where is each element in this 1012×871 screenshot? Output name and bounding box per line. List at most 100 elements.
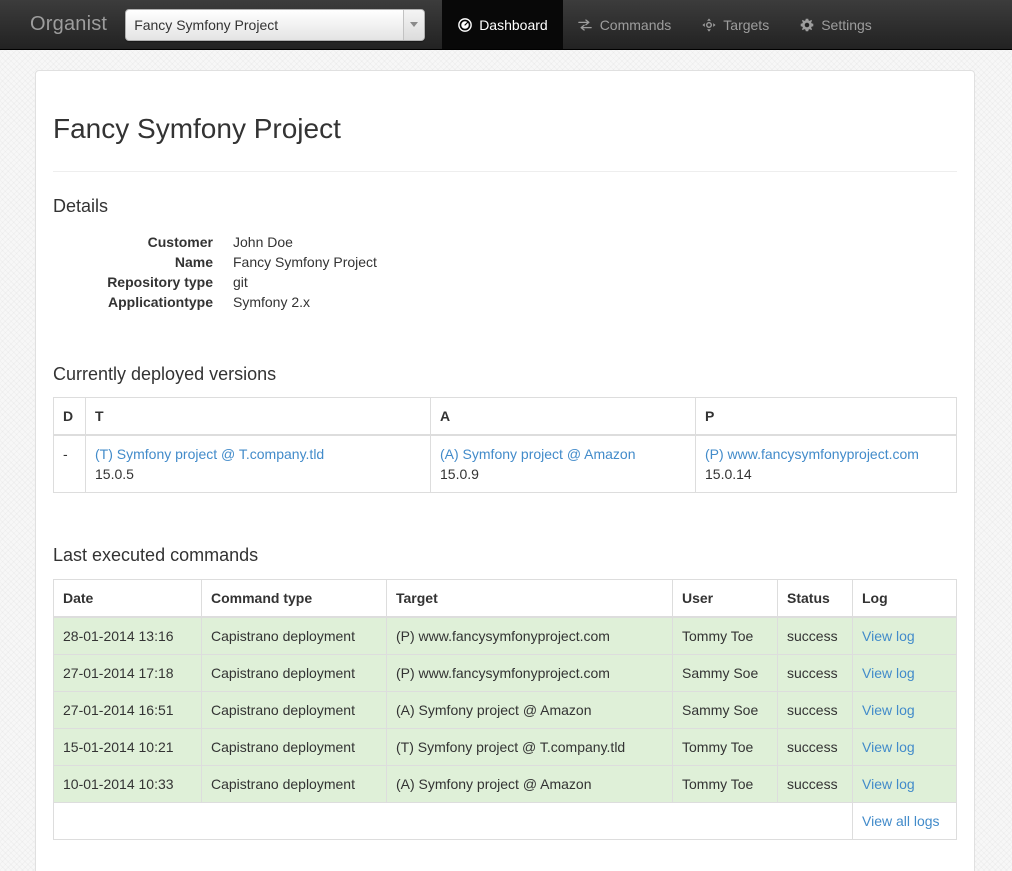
versions-col-a: A xyxy=(430,397,696,437)
commands-footer-row: View all logs xyxy=(53,802,957,841)
commands-cell-target: (P) www.fancysymfonyproject.com xyxy=(386,616,673,656)
status-badge: success xyxy=(777,765,853,804)
details-label-application-type: Applicationtype xyxy=(107,293,213,310)
commands-cell-command-type: Capistrano deployment xyxy=(201,765,387,804)
commands-cell-command-type: Capistrano deployment xyxy=(201,654,387,693)
versions-col-t: T xyxy=(85,397,431,437)
brand-label: Organist xyxy=(30,13,108,36)
details-value-customer: John Doe xyxy=(233,233,293,250)
exchange-icon xyxy=(578,17,593,32)
versions-link-p[interactable]: (P) www.fancysymfonyproject.com xyxy=(705,446,919,462)
nav-item-targets[interactable]: Targets xyxy=(686,0,784,49)
commands-cell-command-type: Capistrano deployment xyxy=(201,616,387,656)
nav-item-settings[interactable]: Settings xyxy=(784,0,887,49)
table-row: 27-01-2014 16:51 Capistrano deployment (… xyxy=(53,691,957,730)
project-select[interactable]: Fancy Symfony Project xyxy=(125,8,426,41)
view-log-link[interactable]: View log xyxy=(862,776,915,792)
commands-cell-command-type: Capistrano deployment xyxy=(201,691,387,730)
versions-cell-a: (A) Symfony project @ Amazon 15.0.9 xyxy=(430,434,696,494)
commands-cell-user: Sammy Soe xyxy=(672,691,778,730)
details-value-application-type: Symfony 2.x xyxy=(233,293,311,310)
commands-cell-date: 10-01-2014 10:33 xyxy=(53,765,202,804)
versions-heading: Currently deployed versions xyxy=(53,363,277,384)
status-badge: success xyxy=(777,691,853,730)
versions-version-a: 15.0.9 xyxy=(440,466,479,483)
commands-cell-date: 27-01-2014 17:18 xyxy=(53,654,202,693)
commands-cell-date: 28-01-2014 13:16 xyxy=(53,616,202,656)
versions-cell-p: (P) www.fancysymfonyproject.com 15.0.14 xyxy=(695,434,957,494)
top-navbar: Organist Fancy Symfony Project Dashboard xyxy=(0,0,1012,50)
view-log-link[interactable]: View log xyxy=(862,628,915,644)
view-all-logs-link[interactable]: View all logs xyxy=(862,813,940,829)
commands-cell-date: 15-01-2014 10:21 xyxy=(53,728,202,767)
details-label-repository-type: Repository type xyxy=(107,273,213,290)
versions-col-p: P xyxy=(695,397,957,437)
commands-cell-log: View log xyxy=(852,654,957,693)
status-badge: success xyxy=(777,654,853,693)
nav-label-settings: Settings xyxy=(821,16,872,33)
title-divider xyxy=(53,171,957,172)
commands-cell-target: (P) www.fancysymfonyproject.com xyxy=(386,654,673,693)
crosshairs-icon xyxy=(701,17,716,32)
last-executed-commands-table: Date Command type Target User Status Log… xyxy=(53,579,957,841)
view-log-link[interactable]: View log xyxy=(862,739,915,755)
commands-cell-log: View log xyxy=(852,616,957,656)
nav-item-commands[interactable]: Commands xyxy=(563,0,687,49)
dashboard-icon xyxy=(457,17,472,32)
commands-cell-log: View log xyxy=(852,691,957,730)
details-label-customer: Customer xyxy=(147,233,213,250)
versions-link-a[interactable]: (A) Symfony project @ Amazon xyxy=(440,446,636,462)
commands-cell-user: Tommy Toe xyxy=(672,765,778,804)
commands-cell-command-type: Capistrano deployment xyxy=(201,728,387,767)
table-row: - (T) Symfony project @ T.company.tld 15… xyxy=(53,434,957,494)
commands-cell-date: 27-01-2014 16:51 xyxy=(53,691,202,730)
commands-cell-user: Sammy Soe xyxy=(672,654,778,693)
chevron-down-icon[interactable] xyxy=(403,9,425,40)
view-log-link[interactable]: View log xyxy=(862,665,915,681)
status-badge: success xyxy=(777,616,853,656)
details-row-name: Name Fancy Symfony Project xyxy=(53,252,957,272)
project-switcher-form: Fancy Symfony Project xyxy=(122,0,426,49)
table-row: 10-01-2014 10:33 Capistrano deployment (… xyxy=(53,765,957,804)
main-panel: Fancy Symfony Project Details Customer J… xyxy=(35,70,975,871)
gear-icon xyxy=(799,17,814,32)
details-row-repository-type: Repository type git xyxy=(53,272,957,292)
versions-version-t: 15.0.5 xyxy=(95,466,134,483)
versions-col-d: D xyxy=(53,397,86,437)
versions-header-row: D T A P xyxy=(53,397,957,437)
table-row: 15-01-2014 10:21 Capistrano deployment (… xyxy=(53,728,957,767)
commands-col-status: Status xyxy=(777,579,853,619)
nav-label-commands: Commands xyxy=(599,16,672,33)
view-log-link[interactable]: View log xyxy=(862,702,915,718)
main-nav: Dashboard Commands Targets Settings xyxy=(442,0,887,49)
nav-item-dashboard[interactable]: Dashboard xyxy=(442,0,563,49)
commands-cell-log: View log xyxy=(852,765,957,804)
nav-label-targets: Targets xyxy=(723,16,770,33)
versions-cell-t: (T) Symfony project @ T.company.tld 15.0… xyxy=(85,434,431,494)
details-row-customer: Customer John Doe xyxy=(53,232,957,252)
details-value-name: Fancy Symfony Project xyxy=(233,253,377,270)
brand-logo[interactable]: Organist xyxy=(0,0,122,49)
versions-link-t[interactable]: (T) Symfony project @ T.company.tld xyxy=(95,446,324,462)
details-row-application-type: Applicationtype Symfony 2.x xyxy=(53,292,957,312)
commands-col-target: Target xyxy=(386,579,673,619)
status-badge: success xyxy=(777,728,853,767)
commands-cell-user: Tommy Toe xyxy=(672,616,778,656)
table-row: 27-01-2014 17:18 Capistrano deployment (… xyxy=(53,654,957,693)
table-row: 28-01-2014 13:16 Capistrano deployment (… xyxy=(53,616,957,656)
page-title: Fancy Symfony Project xyxy=(53,113,341,144)
versions-cell-d: - xyxy=(53,434,86,494)
commands-cell-target: (A) Symfony project @ Amazon xyxy=(386,691,673,730)
commands-col-date: Date xyxy=(53,579,202,619)
commands-heading: Last executed commands xyxy=(53,545,259,566)
details-list: Customer John Doe Name Fancy Symfony Pro… xyxy=(53,232,957,312)
nav-label-dashboard: Dashboard xyxy=(479,16,548,33)
commands-footer-log-cell: View all logs xyxy=(852,802,957,841)
commands-cell-user: Tommy Toe xyxy=(672,728,778,767)
commands-header-row: Date Command type Target User Status Log xyxy=(53,579,957,619)
deployed-versions-table: D T A P - (T) Symfony project @ T.compan… xyxy=(53,397,957,494)
details-value-repository-type: git xyxy=(233,273,248,290)
commands-col-user: User xyxy=(672,579,778,619)
commands-cell-target: (A) Symfony project @ Amazon xyxy=(386,765,673,804)
details-label-name: Name xyxy=(174,253,213,270)
